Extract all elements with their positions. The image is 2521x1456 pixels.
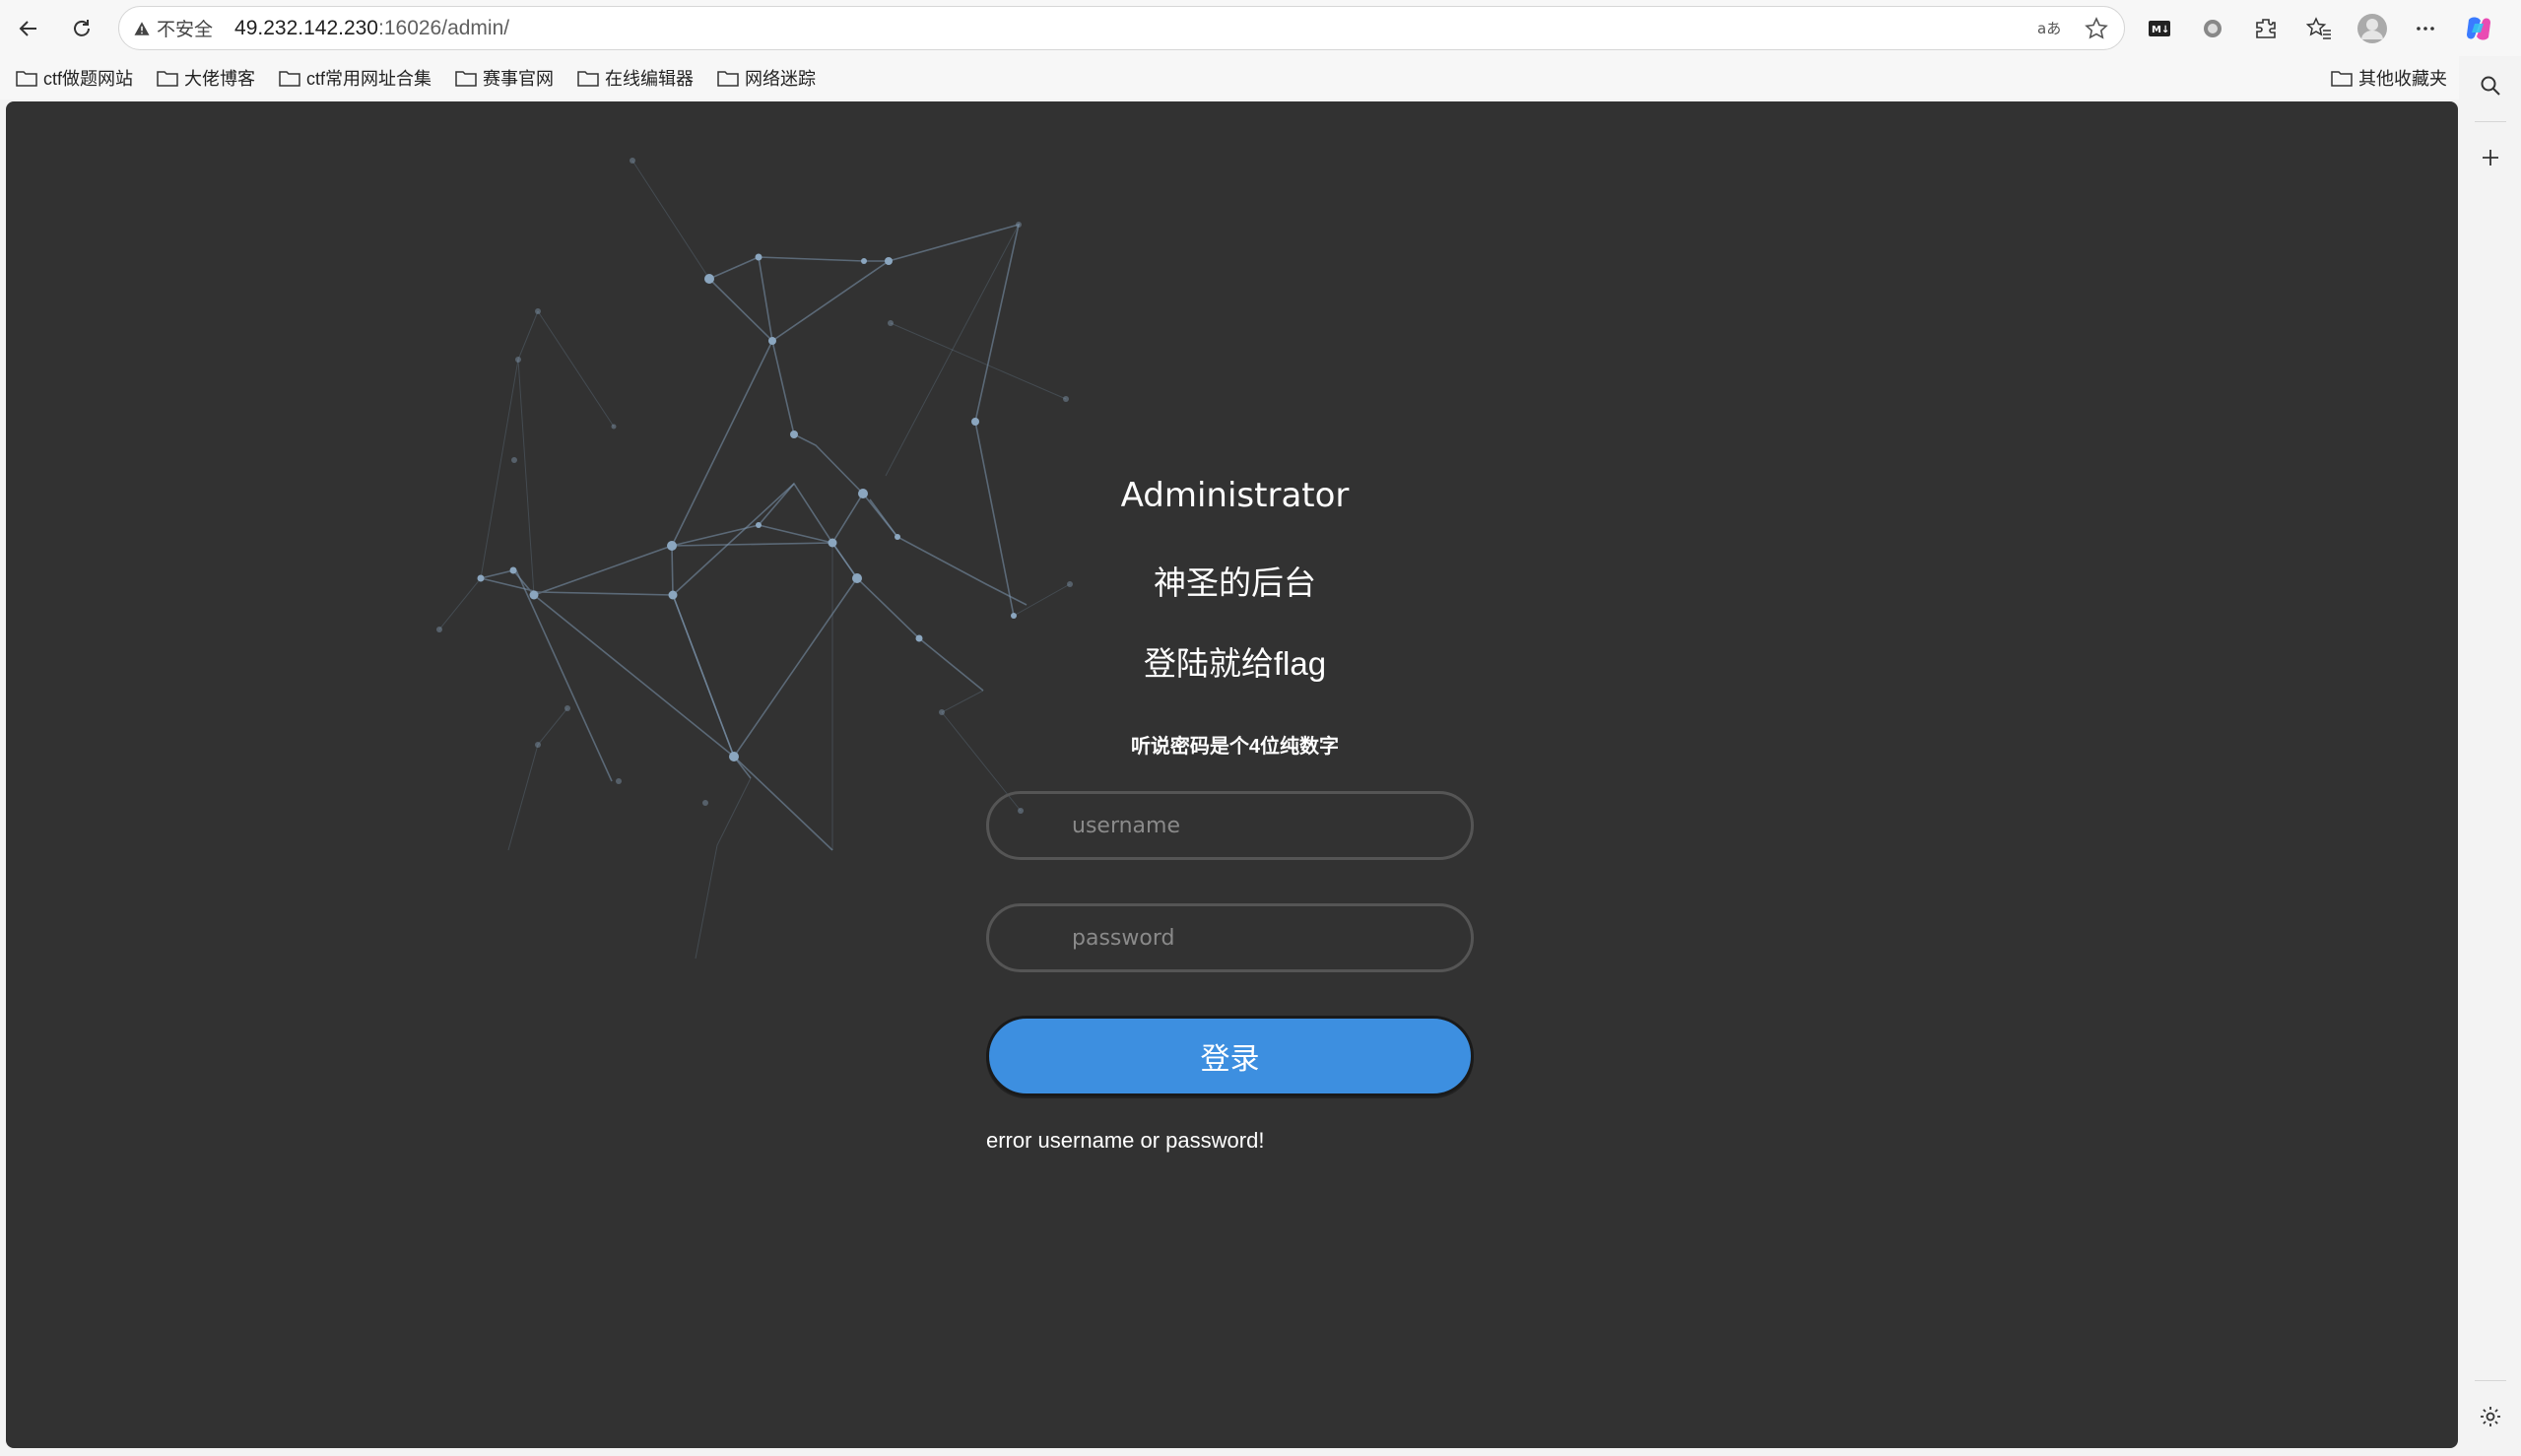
- password-hint: 听说密码是个4位纯数字: [1130, 736, 1340, 758]
- rail-divider: [2474, 121, 2506, 122]
- password-input[interactable]: [986, 903, 1474, 972]
- record-extension-button[interactable]: [2191, 7, 2234, 50]
- login-button[interactable]: 登录: [986, 1016, 1474, 1096]
- url-host: 49.232.142.230: [234, 16, 378, 39]
- bookmark-folder[interactable]: 网络迷踪: [717, 65, 816, 91]
- back-button[interactable]: [6, 6, 51, 51]
- translate-icon[interactable]: aあ: [2037, 18, 2063, 39]
- more-icon: [2417, 26, 2434, 31]
- bookmark-label: 在线编辑器: [605, 69, 695, 89]
- warning-icon: [134, 21, 150, 35]
- folder-icon: [157, 71, 178, 87]
- error-message: error username or password!: [986, 1128, 1265, 1153]
- extension-icon: [2256, 18, 2276, 38]
- bookmark-folder[interactable]: 赛事官网: [455, 65, 554, 91]
- sidebar-settings-button[interactable]: [2469, 1395, 2512, 1438]
- sidebar-search-button[interactable]: [2469, 64, 2512, 107]
- folder-icon: [455, 71, 477, 87]
- window-bottom-edge: [0, 1448, 2521, 1456]
- other-favorites-label: 其他收藏夹: [2358, 69, 2447, 89]
- folder-icon: [577, 71, 599, 87]
- folder-icon: [717, 71, 739, 87]
- refresh-icon: [74, 19, 90, 36]
- extensions-button[interactable]: [2244, 7, 2288, 50]
- folder-icon: [16, 71, 37, 87]
- page-viewport: Administrator 神圣的后台 登陆就给flag 听说密码是个4位纯数字…: [6, 101, 2458, 1448]
- record-icon: [2204, 19, 2222, 37]
- other-favorites-folder[interactable]: 其他收藏夹: [2331, 56, 2447, 99]
- page-subtitle: 神圣的后台: [1154, 564, 1316, 601]
- security-indicator[interactable]: 不安全: [133, 15, 213, 41]
- folder-icon: [279, 71, 300, 87]
- bookmark-label: ctf做题网站: [43, 69, 134, 89]
- bookmarks-bar: ctf做题网站 大佬博客 ctf常用网址合集 赛事官网 在线编辑器 网络迷踪 其…: [0, 56, 2463, 99]
- bookmark-folder[interactable]: 在线编辑器: [577, 65, 694, 91]
- page-subtitle-flag: 登陆就给flag: [1143, 645, 1327, 682]
- security-label: 不安全: [157, 20, 214, 40]
- search-icon: [2481, 76, 2500, 96]
- bookmark-folder[interactable]: ctf常用网址合集: [279, 65, 431, 91]
- rail-divider: [2474, 1380, 2506, 1381]
- more-button[interactable]: [2404, 7, 2447, 50]
- svg-text:aあ: aあ: [2037, 20, 2061, 37]
- copilot-button[interactable]: [2457, 7, 2500, 50]
- markdown-extension-button[interactable]: M↓: [2138, 7, 2181, 50]
- sidebar-add-button[interactable]: [2469, 136, 2512, 179]
- star-icon[interactable]: [2085, 16, 2108, 40]
- page-title: Administrator: [1120, 476, 1350, 515]
- bookmark-folder[interactable]: 大佬博客: [157, 65, 255, 91]
- sidebar-rail: [2459, 56, 2521, 1456]
- url-path: :16026/admin/: [378, 16, 510, 39]
- username-input[interactable]: [986, 791, 1474, 860]
- bookmark-label: 赛事官网: [483, 69, 555, 89]
- bookmark-label: 大佬博客: [184, 69, 256, 89]
- profile-icon: [2357, 13, 2387, 43]
- back-icon: [19, 20, 36, 36]
- bookmark-folder[interactable]: ctf做题网站: [16, 65, 133, 91]
- bookmark-label: 网络迷踪: [745, 69, 817, 89]
- browser-toolbar: 不安全 49.232.142.230:16026/admin/ aあ M↓: [0, 0, 2521, 56]
- copilot-icon: [2467, 16, 2490, 40]
- favorites-button[interactable]: [2297, 7, 2341, 50]
- particle-network-background: [436, 158, 1073, 960]
- markdown-icon: M↓: [2149, 20, 2170, 36]
- folder-icon: [2331, 71, 2353, 87]
- refresh-button[interactable]: [59, 6, 104, 51]
- settings-icon: [2480, 1407, 2500, 1426]
- svg-text:M↓: M↓: [2152, 25, 2169, 35]
- favorites-icon: [2306, 16, 2331, 39]
- address-bar[interactable]: 不安全 49.232.142.230:16026/admin/ aあ: [118, 6, 2125, 50]
- profile-button[interactable]: [2351, 7, 2394, 50]
- bookmark-label: ctf常用网址合集: [306, 69, 432, 89]
- plus-icon: [2482, 150, 2498, 165]
